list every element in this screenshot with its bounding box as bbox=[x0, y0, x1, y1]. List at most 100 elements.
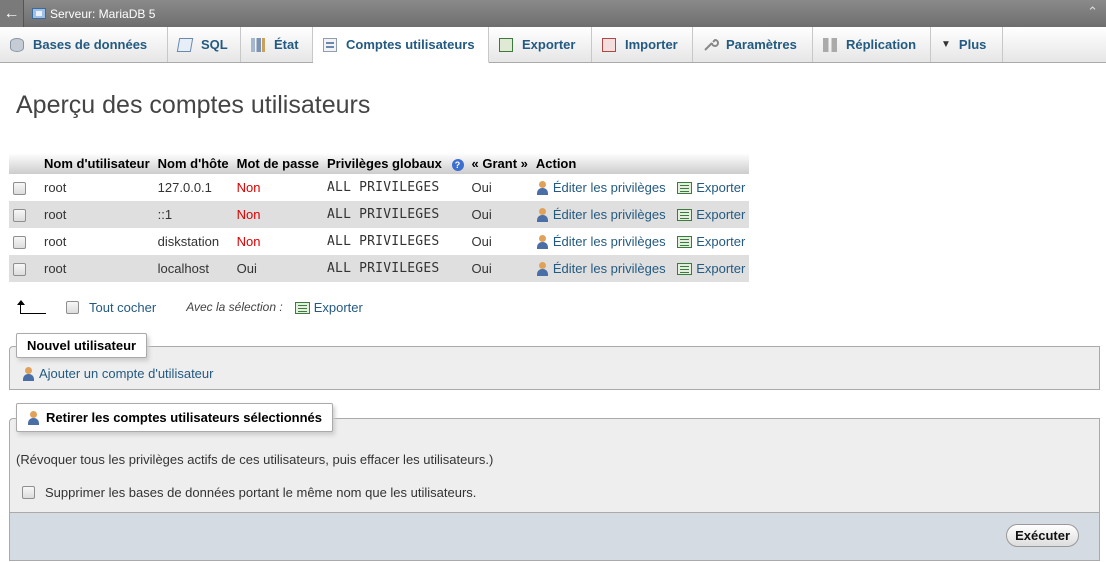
row-checkbox[interactable] bbox=[13, 182, 26, 196]
select-arrow-icon bbox=[17, 300, 46, 314]
cell-privileges: ALL PRIVILEGES bbox=[323, 255, 468, 282]
tab-label: Réplication bbox=[846, 37, 917, 52]
tab-more[interactable]: ▼ Plus bbox=[931, 27, 1003, 62]
export-user-link[interactable]: Exporter bbox=[677, 261, 745, 276]
cell-privileges: ALL PRIVILEGES bbox=[323, 201, 468, 228]
header-checkbox-col bbox=[9, 153, 40, 174]
edit-label: Éditer les privilèges bbox=[552, 206, 666, 222]
remove-user-icon bbox=[27, 410, 41, 425]
export-icon bbox=[677, 263, 693, 276]
triangle-down-icon: ▼ bbox=[941, 39, 951, 50]
server-label[interactable]: Serveur: MariaDB 5 bbox=[50, 7, 155, 21]
collapse-icon[interactable]: ⌃ bbox=[1087, 4, 1098, 20]
tab-databases[interactable]: Bases de données bbox=[0, 27, 168, 62]
cell-action: Éditer les privilèges Exporter bbox=[531, 201, 750, 228]
header-user: Nom d'utilisateur bbox=[40, 153, 154, 174]
drop-db-option: Supprimer les bases de données portant l… bbox=[22, 485, 476, 500]
cell-host: 127.0.0.1 bbox=[153, 174, 233, 201]
edit-privileges-link[interactable]: Éditer les privilèges bbox=[536, 206, 666, 223]
drop-db-label[interactable]: Supprimer les bases de données portant l… bbox=[45, 485, 476, 500]
cell-user: root bbox=[40, 255, 154, 282]
add-user-label: Ajouter un compte d'utilisateur bbox=[39, 366, 214, 381]
edit-privileges-link[interactable]: Éditer les privilèges bbox=[536, 234, 666, 250]
export-icon bbox=[294, 302, 310, 315]
status-icon bbox=[251, 37, 265, 52]
export-user-link[interactable]: Exporter bbox=[677, 180, 745, 195]
user-accounts-table: Nom d'utilisateur Nom d'hôte Mot de pass… bbox=[9, 153, 750, 282]
drop-db-checkbox[interactable] bbox=[22, 486, 35, 499]
cell-action: Éditer les privilèges Exporter bbox=[531, 174, 750, 201]
row-checkbox-cell bbox=[9, 201, 40, 228]
cell-action: Éditer les privilèges Exporter bbox=[531, 228, 750, 255]
cell-password: Oui bbox=[232, 255, 324, 282]
cell-grant: Oui bbox=[467, 228, 532, 255]
tab-label: Bases de données bbox=[33, 37, 148, 52]
header-privileges: Privilèges globaux ? bbox=[323, 153, 468, 174]
cell-password: Non bbox=[232, 174, 324, 201]
cell-user: root bbox=[40, 174, 154, 201]
table-row: root 127.0.0.1 Non ALL PRIVILEGES Oui Éd… bbox=[9, 174, 750, 201]
add-user-link[interactable]: Ajouter un compte d'utilisateur bbox=[22, 366, 213, 381]
import-icon bbox=[602, 37, 616, 52]
users-icon bbox=[323, 37, 337, 52]
export-label: Exporter bbox=[696, 179, 746, 195]
edit-user-icon bbox=[536, 235, 550, 250]
with-selected-label: Avec la sélection : bbox=[186, 300, 283, 314]
edit-label: Éditer les privilèges bbox=[552, 260, 666, 276]
wrench-icon bbox=[703, 38, 719, 52]
export-user-link[interactable]: Exporter bbox=[677, 234, 745, 249]
export-label: Exporter bbox=[696, 206, 746, 222]
cell-password: Non bbox=[232, 201, 324, 228]
server-icon bbox=[32, 8, 46, 19]
back-arrow-icon[interactable]: ← bbox=[0, 0, 24, 27]
tab-label: Comptes utilisateurs bbox=[346, 37, 475, 52]
edit-user-icon bbox=[536, 262, 550, 277]
tab-label: État bbox=[274, 37, 299, 52]
edit-user-icon bbox=[536, 181, 550, 196]
row-checkbox[interactable] bbox=[13, 209, 26, 223]
cell-action: Éditer les privilèges Exporter bbox=[531, 255, 750, 282]
tab-settings[interactable]: Paramètres bbox=[693, 27, 813, 62]
header-password: Mot de passe bbox=[232, 153, 324, 174]
execute-button[interactable]: Exécuter bbox=[1006, 524, 1079, 547]
table-row: root diskstation Non ALL PRIVILEGES Oui … bbox=[9, 228, 750, 255]
cell-grant: Oui bbox=[467, 255, 532, 282]
cell-password: Non bbox=[232, 228, 324, 255]
export-label: Exporter bbox=[696, 260, 746, 276]
server-breadcrumb[interactable]: Serveur: MariaDB 5 bbox=[32, 7, 155, 21]
cell-grant: Oui bbox=[467, 201, 532, 228]
export-label: Exporter bbox=[696, 233, 746, 249]
tab-import[interactable]: Importer bbox=[592, 27, 693, 62]
remove-users-legend-label: Retirer les comptes utilisateurs sélecti… bbox=[46, 410, 322, 425]
tab-label: Paramètres bbox=[726, 37, 797, 52]
row-checkbox-cell bbox=[9, 228, 40, 255]
header-privileges-label: Privilèges globaux bbox=[327, 156, 442, 171]
tab-user-accounts[interactable]: Comptes utilisateurs bbox=[313, 27, 489, 63]
row-checkbox[interactable] bbox=[13, 263, 26, 277]
fieldset-footer: Exécuter bbox=[10, 512, 1099, 560]
row-checkbox[interactable] bbox=[13, 236, 26, 250]
tab-status[interactable]: État bbox=[241, 27, 313, 62]
header-host: Nom d'hôte bbox=[153, 153, 233, 174]
edit-label: Éditer les privilèges bbox=[552, 179, 666, 195]
export-icon bbox=[677, 182, 693, 195]
bulk-export-button[interactable]: Exporter bbox=[294, 300, 363, 315]
header-grant: « Grant » bbox=[467, 153, 532, 174]
tab-replication[interactable]: Réplication bbox=[813, 27, 931, 62]
tab-label: SQL bbox=[201, 37, 228, 52]
export-icon bbox=[677, 209, 693, 222]
edit-privileges-link[interactable]: Éditer les privilèges bbox=[536, 260, 666, 277]
export-user-link[interactable]: Exporter bbox=[677, 207, 745, 222]
cell-host: ::1 bbox=[153, 201, 233, 228]
check-all-checkbox[interactable] bbox=[66, 300, 79, 314]
replication-icon bbox=[823, 37, 837, 52]
tab-label: Exporter bbox=[522, 37, 576, 52]
edit-privileges-link[interactable]: Éditer les privilèges bbox=[536, 179, 666, 196]
tab-export[interactable]: Exporter bbox=[489, 27, 592, 62]
help-icon[interactable]: ? bbox=[451, 158, 464, 171]
tab-sql[interactable]: SQL bbox=[168, 27, 241, 62]
database-icon bbox=[10, 37, 24, 52]
cell-privileges: ALL PRIVILEGES bbox=[323, 228, 468, 255]
export-icon bbox=[499, 37, 513, 52]
check-all-label[interactable]: Tout cocher bbox=[89, 300, 156, 315]
